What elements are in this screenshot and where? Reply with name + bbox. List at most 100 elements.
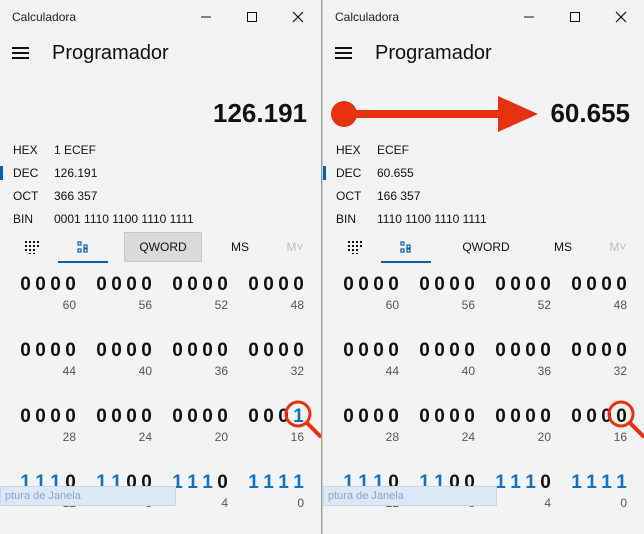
bit-toggle[interactable]: 0 [200,340,215,362]
bit-toggle[interactable]: 0 [356,406,371,428]
minimize-button[interactable] [183,0,229,34]
bit-toggle[interactable]: 0 [371,406,386,428]
bit-toggle[interactable]: 0 [417,274,432,296]
bit-toggle[interactable]: 0 [48,406,63,428]
bit-toggle[interactable]: 0 [569,274,584,296]
radix-bin[interactable]: BIN 0001 1110 1100 1110 1111 [0,209,321,231]
bit-toggle[interactable]: 0 [584,340,599,362]
memory-store-button[interactable]: MS [545,232,581,262]
bit-toggle[interactable]: 0 [462,274,477,296]
menu-icon[interactable] [335,44,355,64]
bit-toggle[interactable]: 0 [614,340,629,362]
bit-toggle[interactable]: 0 [341,406,356,428]
bit-toggle[interactable]: 0 [94,340,109,362]
bit-toggle[interactable]: 0 [417,340,432,362]
bit-toggle[interactable]: 0 [432,274,447,296]
keypad-button[interactable] [18,232,46,262]
bit-toggle[interactable]: 1 [200,472,215,494]
bit-toggle[interactable]: 0 [139,340,154,362]
bit-toggle[interactable]: 0 [614,406,629,428]
bit-toggle[interactable]: 0 [508,340,523,362]
close-button[interactable] [598,0,644,34]
maximize-button[interactable] [552,0,598,34]
bit-toggle[interactable]: 0 [386,340,401,362]
bit-toggle[interactable]: 0 [356,274,371,296]
word-size-button[interactable]: QWORD [447,232,525,262]
bit-toggle[interactable]: 0 [18,340,33,362]
bit-toggle[interactable]: 0 [63,406,78,428]
bit-toggle[interactable]: 0 [432,340,447,362]
bit-toggle[interactable]: 0 [523,340,538,362]
bit-toggle[interactable]: 0 [170,340,185,362]
bit-toggle[interactable]: 0 [246,340,261,362]
bit-toggle[interactable]: 1 [508,472,523,494]
bit-toggle[interactable]: 0 [356,340,371,362]
bit-toggle[interactable]: 0 [614,274,629,296]
radix-dec[interactable]: DEC 126.191 [0,163,321,185]
bit-toggle[interactable]: 0 [215,472,230,494]
bit-toggle[interactable]: 1 [584,472,599,494]
bit-toggle[interactable]: 1 [291,472,306,494]
bit-toggle[interactable]: 0 [599,274,614,296]
bit-toggle[interactable]: 0 [371,340,386,362]
bit-toggle[interactable]: 0 [462,406,477,428]
bit-toggle[interactable]: 1 [599,472,614,494]
bit-toggle[interactable]: 0 [261,274,276,296]
bit-toggle[interactable]: 0 [523,274,538,296]
bit-toggle[interactable]: 0 [215,406,230,428]
menu-icon[interactable] [12,44,32,64]
bit-toggle[interactable]: 0 [94,274,109,296]
bit-toggle[interactable]: 0 [584,406,599,428]
bit-toggle[interactable]: 0 [371,274,386,296]
bit-toggle[interactable]: 1 [291,406,306,428]
memory-view-button[interactable]: M˅ [603,232,633,262]
bit-toggle[interactable]: 0 [261,340,276,362]
bit-toggle[interactable]: 0 [538,472,553,494]
bit-toggle[interactable]: 0 [417,406,432,428]
bit-toggle[interactable]: 0 [185,340,200,362]
bit-toggle[interactable]: 0 [246,274,261,296]
bit-toggle[interactable]: 0 [185,274,200,296]
bit-toggle[interactable]: 1 [261,472,276,494]
bit-toggle[interactable]: 0 [493,406,508,428]
bit-toggle[interactable]: 0 [33,406,48,428]
bit-toggle[interactable]: 0 [48,274,63,296]
bit-toggle[interactable]: 0 [447,340,462,362]
bit-toggle[interactable]: 0 [18,274,33,296]
bit-toggle[interactable]: 0 [124,406,139,428]
bit-toggle[interactable]: 0 [276,406,291,428]
bit-toggle[interactable]: 1 [523,472,538,494]
bit-toggle[interactable]: 0 [462,340,477,362]
bit-toggle[interactable]: 0 [261,406,276,428]
bit-toggle[interactable]: 0 [170,274,185,296]
bit-toggle[interactable]: 0 [33,274,48,296]
radix-oct[interactable]: OCT 166 357 [323,186,644,208]
bit-toggle[interactable]: 0 [599,340,614,362]
bit-toggle[interactable]: 0 [139,406,154,428]
bit-toggle[interactable]: 0 [493,274,508,296]
bit-toggle[interactable]: 0 [215,274,230,296]
bit-toggle[interactable]: 0 [276,274,291,296]
bit-toggle[interactable]: 0 [63,340,78,362]
bit-toggle[interactable]: 1 [276,472,291,494]
memory-store-button[interactable]: MS [222,232,258,262]
bit-toggle[interactable]: 0 [447,274,462,296]
bit-toggle[interactable]: 0 [291,274,306,296]
bit-toggle[interactable]: 0 [493,340,508,362]
bit-toggle[interactable]: 0 [341,340,356,362]
bit-toggle[interactable]: 0 [599,406,614,428]
minimize-button[interactable] [506,0,552,34]
bit-toggle[interactable]: 0 [432,406,447,428]
bit-toggle[interactable]: 0 [94,406,109,428]
bit-toggle[interactable]: 1 [185,472,200,494]
bit-toggle[interactable]: 0 [447,406,462,428]
bit-toggle[interactable]: 0 [386,274,401,296]
bit-toggle[interactable]: 0 [386,406,401,428]
bit-toggle[interactable]: 0 [508,274,523,296]
word-size-button[interactable]: QWORD [124,232,202,262]
bit-toggle[interactable]: 0 [569,406,584,428]
bit-toggle[interactable]: 0 [508,406,523,428]
bit-toggle[interactable]: 0 [569,340,584,362]
bit-toggle[interactable]: 0 [215,340,230,362]
bit-toggle[interactable]: 1 [614,472,629,494]
